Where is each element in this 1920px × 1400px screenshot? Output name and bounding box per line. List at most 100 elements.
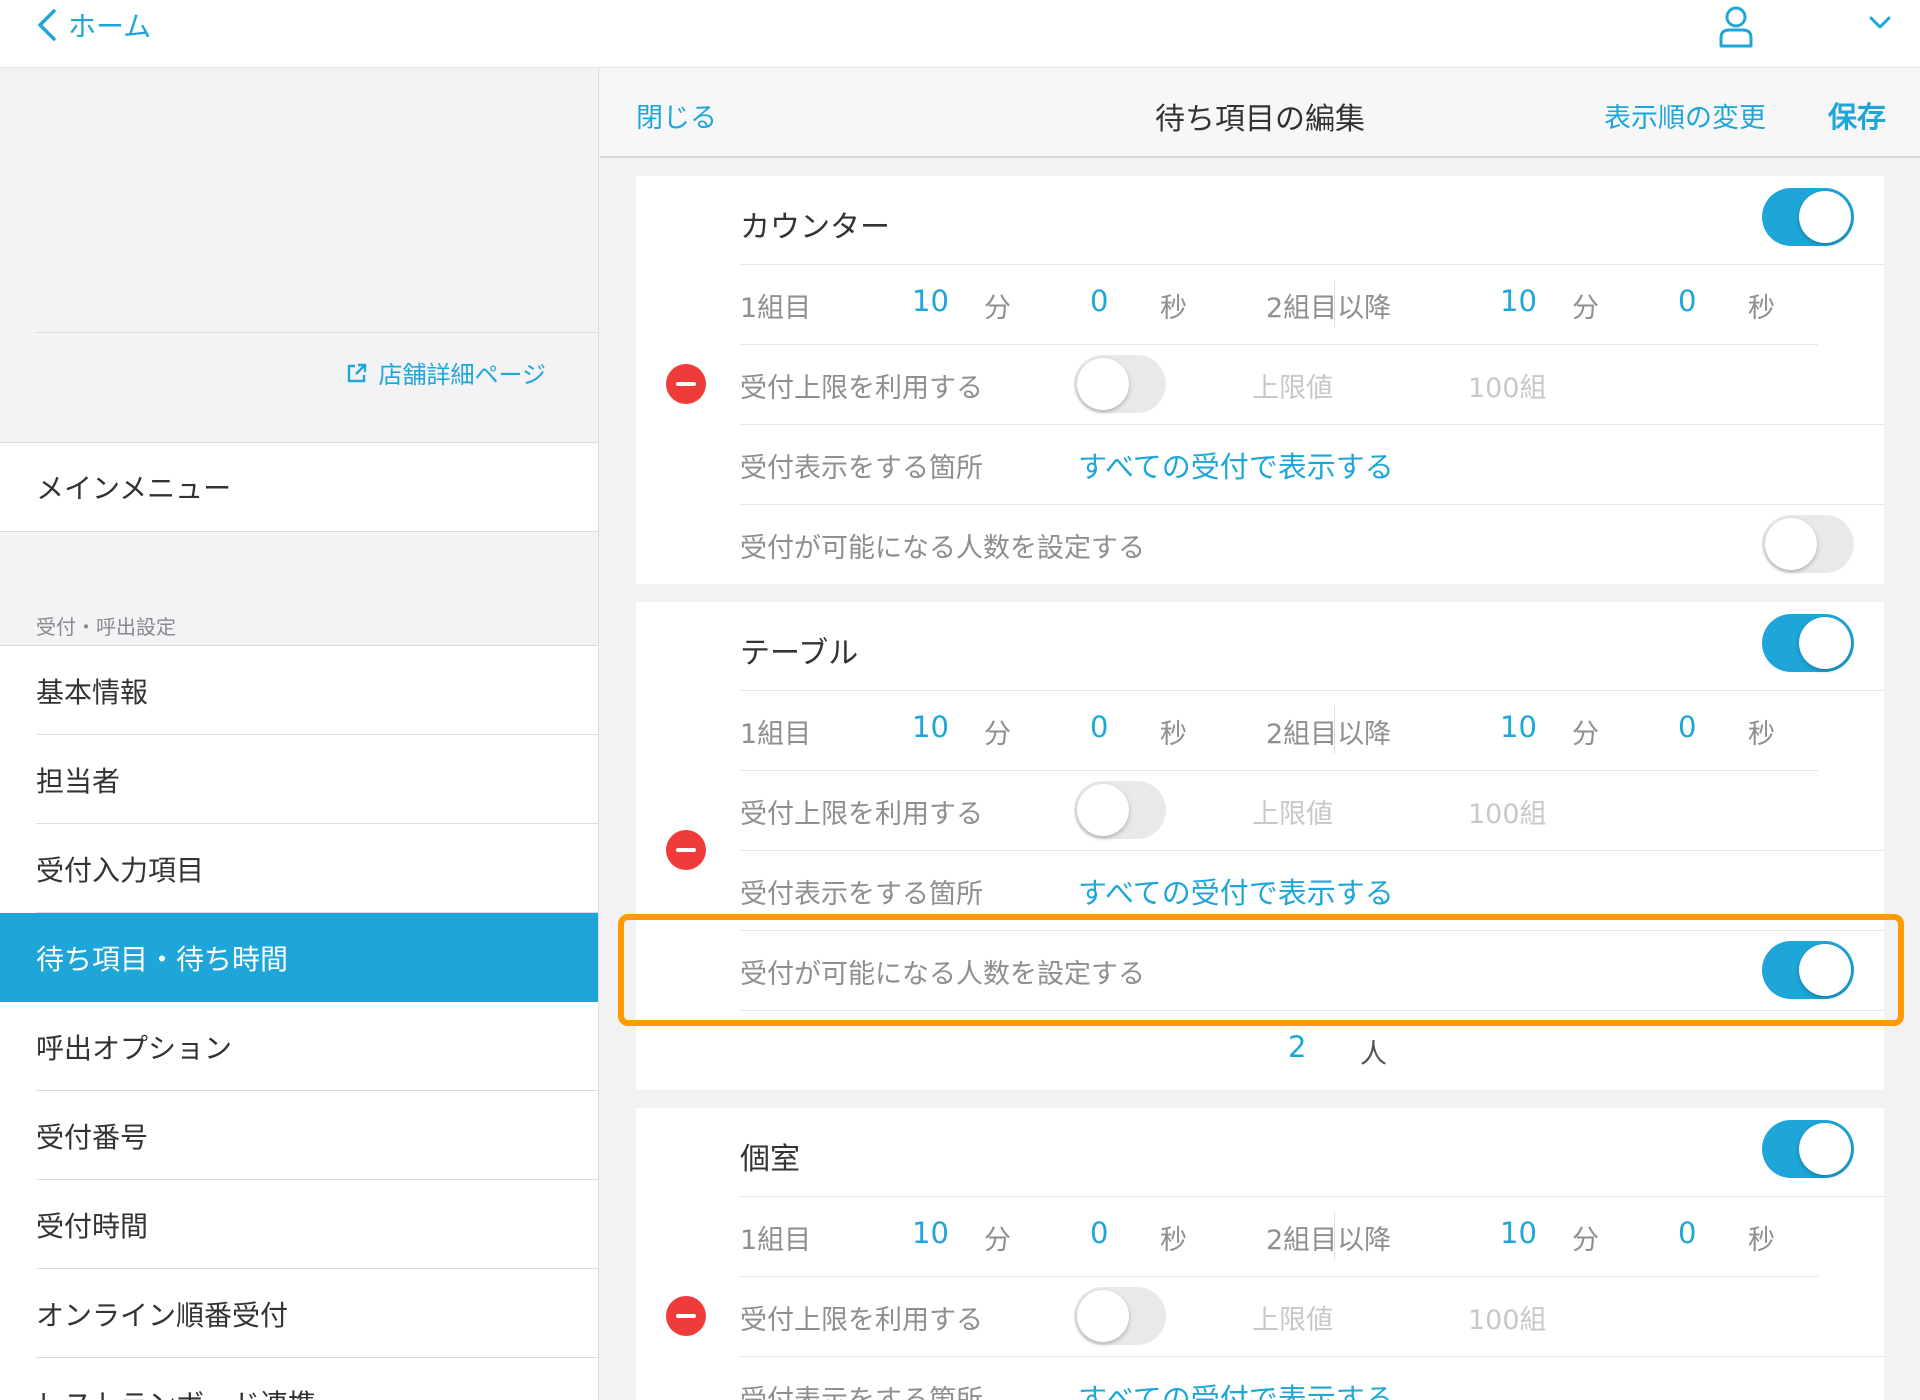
sidebar-item-basic-info[interactable]: 基本情報 <box>0 646 598 735</box>
seconds-unit: 秒 <box>1160 719 1187 750</box>
delete-item-button[interactable] <box>666 1296 706 1336</box>
sidebar-item-online-queue[interactable]: オンライン順番受付 <box>0 1269 598 1358</box>
sidebar-item-ticket-number[interactable]: 受付番号 <box>0 1091 598 1180</box>
limit-use-label: 受付上限を利用する <box>740 373 983 404</box>
wait-item-enabled-toggle[interactable] <box>1762 1120 1854 1178</box>
capacity-row: 受付が可能になる人数を設定する <box>740 504 1884 584</box>
first-seconds-value[interactable]: 0 <box>1090 1216 1108 1250</box>
after-seconds-value[interactable]: 0 <box>1678 284 1696 318</box>
wait-item-card-counter: カウンター 1組目 10 分 0 秒 2組目以降 10 分 0 秒 受付上限を利… <box>636 176 1884 584</box>
sidebar-item-staff[interactable]: 担当者 <box>0 735 598 824</box>
back-label: ホーム <box>68 10 152 43</box>
display-location-value[interactable]: すべての受付で表示する <box>1078 1376 1394 1400</box>
top-bar: ホーム <box>0 0 1920 68</box>
display-location-label: 受付表示をする箇所 <box>740 1378 983 1400</box>
back-button[interactable]: ホーム <box>36 0 151 50</box>
sidebar-item-input-fields[interactable]: 受付入力項目 <box>0 824 598 913</box>
reorder-button[interactable]: 表示順の変更 <box>1604 96 1766 135</box>
sidebar-item-call-options[interactable]: 呼出オプション <box>0 1002 598 1091</box>
wait-item-card-private-room: 個室 1組目 10 分 0 秒 2組目以降 10 分 0 秒 受付上限を利用する… <box>636 1108 1884 1400</box>
after-second-label: 2組目以降 <box>1266 293 1392 324</box>
seconds-unit: 秒 <box>1748 293 1775 324</box>
display-location-label: 受付表示をする箇所 <box>740 879 983 910</box>
limit-row: 受付上限を利用する 上限値 100組 <box>740 344 1884 424</box>
minutes-unit: 分 <box>1572 719 1599 750</box>
wait-item-enabled-toggle[interactable] <box>1762 614 1854 672</box>
minutes-unit: 分 <box>984 293 1011 324</box>
minutes-unit: 分 <box>1572 1225 1599 1256</box>
shop-link-label: 店舗詳細ページ <box>378 361 546 389</box>
edit-header: 閉じる 待ち項目の編集 表示順の変更 保存 <box>600 68 1920 158</box>
seconds-unit: 秒 <box>1160 1225 1187 1256</box>
highlight-box <box>618 914 1904 1026</box>
sidebar-item-reception-hours[interactable]: 受付時間 <box>0 1180 598 1269</box>
after-seconds-value[interactable]: 0 <box>1678 1216 1696 1250</box>
external-link-icon <box>348 363 367 382</box>
first-seconds-value[interactable]: 0 <box>1090 710 1108 744</box>
section-label: 受付・呼出設定 <box>36 615 176 639</box>
wait-item-name: カウンター <box>740 210 890 245</box>
first-group-label: 1組目 <box>740 719 812 750</box>
after-minutes-value[interactable]: 10 <box>1500 284 1537 318</box>
after-second-label: 2組目以降 <box>1266 719 1392 750</box>
wait-item-name: テーブル <box>740 636 859 671</box>
first-minutes-value[interactable]: 10 <box>912 284 949 318</box>
user-icon[interactable] <box>1718 4 1754 48</box>
seconds-unit: 秒 <box>1748 719 1775 750</box>
chevron-down-icon[interactable] <box>1868 14 1892 32</box>
minutes-unit: 分 <box>984 1225 1011 1256</box>
wait-time-row: 1組目 10 分 0 秒 2組目以降 10 分 0 秒 <box>740 1196 1884 1276</box>
limit-use-toggle[interactable] <box>1074 355 1166 413</box>
first-group-label: 1組目 <box>740 293 812 324</box>
display-location-row: 受付表示をする箇所 すべての受付で表示する <box>740 424 1884 504</box>
display-location-row: 受付表示をする箇所 すべての受付で表示する <box>740 1356 1884 1400</box>
after-seconds-value[interactable]: 0 <box>1678 710 1696 744</box>
after-minutes-value[interactable]: 10 <box>1500 710 1537 744</box>
limit-value[interactable]: 100組 <box>1468 792 1547 831</box>
capacity-setting-toggle[interactable] <box>1762 515 1854 573</box>
wait-time-row: 1組目 10 分 0 秒 2組目以降 10 分 0 秒 <box>740 264 1884 344</box>
sidebar-nav: 基本情報 担当者 受付入力項目 待ち項目・待ち時間 呼出オプション 受付番号 受… <box>0 645 598 1400</box>
first-minutes-value[interactable]: 10 <box>912 1216 949 1250</box>
seconds-unit: 秒 <box>1748 1225 1775 1256</box>
sidebar-item-restaurant-board[interactable]: レストランボード連携 <box>0 1358 598 1400</box>
limit-value-label: 上限値 <box>1252 799 1333 830</box>
minutes-unit: 分 <box>984 719 1011 750</box>
minutes-unit: 分 <box>1572 293 1599 324</box>
capacity-value[interactable]: 2 <box>1288 1030 1306 1064</box>
chevron-left-icon <box>38 9 56 41</box>
limit-use-label: 受付上限を利用する <box>740 1305 983 1336</box>
limit-value-label: 上限値 <box>1252 1305 1333 1336</box>
delete-item-button[interactable] <box>666 364 706 404</box>
first-group-label: 1組目 <box>740 1225 812 1256</box>
first-seconds-value[interactable]: 0 <box>1090 284 1108 318</box>
seconds-unit: 秒 <box>1160 293 1187 324</box>
sidebar-item-wait-items[interactable]: 待ち項目・待ち時間 <box>0 913 598 1002</box>
limit-value[interactable]: 100組 <box>1468 366 1547 405</box>
after-minutes-value[interactable]: 10 <box>1500 1216 1537 1250</box>
limit-use-toggle[interactable] <box>1074 1287 1166 1345</box>
wait-item-enabled-toggle[interactable] <box>1762 188 1854 246</box>
main-menu-item[interactable]: メインメニュー <box>0 442 598 532</box>
wait-time-row: 1組目 10 分 0 秒 2組目以降 10 分 0 秒 <box>740 690 1884 770</box>
sidebar-divider <box>36 332 598 333</box>
main-panel: 閉じる 待ち項目の編集 表示順の変更 保存 カウンター 1組目 10 分 0 秒… <box>600 68 1920 1400</box>
shop-detail-link[interactable]: 店舗詳細ページ <box>346 355 546 390</box>
limit-row: 受付上限を利用する 上限値 100組 <box>740 1276 1884 1356</box>
sidebar: 店舗詳細ページ メインメニュー 受付・呼出設定 基本情報 担当者 受付入力項目 … <box>0 68 599 1400</box>
first-minutes-value[interactable]: 10 <box>912 710 949 744</box>
display-location-label: 受付表示をする箇所 <box>740 453 983 484</box>
wait-item-name: 個室 <box>740 1142 800 1177</box>
limit-value[interactable]: 100組 <box>1468 1298 1547 1337</box>
save-button[interactable]: 保存 <box>1828 94 1886 136</box>
display-location-value[interactable]: すべての受付で表示する <box>1078 444 1394 486</box>
limit-value-label: 上限値 <box>1252 373 1333 404</box>
limit-use-label: 受付上限を利用する <box>740 799 983 830</box>
people-unit: 人 <box>1360 1039 1387 1070</box>
delete-item-button[interactable] <box>666 830 706 870</box>
after-second-label: 2組目以降 <box>1266 1225 1392 1256</box>
limit-use-toggle[interactable] <box>1074 781 1166 839</box>
limit-row: 受付上限を利用する 上限値 100組 <box>740 770 1884 850</box>
capacity-setting-label: 受付が可能になる人数を設定する <box>740 533 1145 564</box>
display-location-value[interactable]: すべての受付で表示する <box>1078 870 1394 912</box>
